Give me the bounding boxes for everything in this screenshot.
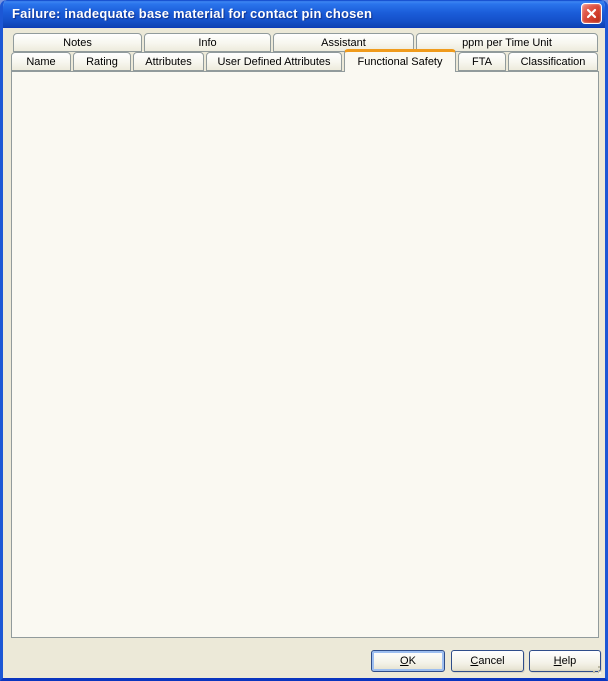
dialog-window: Failure: inadequate base material for co… xyxy=(0,0,608,681)
tab-classification[interactable]: Classification xyxy=(508,52,598,71)
tab-info[interactable]: Info xyxy=(144,33,271,52)
title-bar[interactable]: Failure: inadequate base material for co… xyxy=(0,0,608,28)
resize-grip-icon xyxy=(589,662,602,675)
tab-fta[interactable]: FTA xyxy=(458,52,506,71)
tab-functional-safety[interactable]: Functional Safety xyxy=(344,49,456,72)
resize-grip[interactable] xyxy=(589,662,602,675)
window-title: Failure: inadequate base material for co… xyxy=(12,6,581,21)
tab-attributes[interactable]: Attributes xyxy=(133,52,204,71)
close-icon xyxy=(586,8,597,19)
close-button[interactable] xyxy=(581,3,602,24)
tab-user-defined-attributes[interactable]: User Defined Attributes xyxy=(206,52,342,71)
tab-notes[interactable]: Notes xyxy=(13,33,142,52)
cancel-button[interactable]: Cancel xyxy=(451,650,524,672)
functional-safety-page xyxy=(11,71,599,638)
tab-name[interactable]: Name xyxy=(11,52,71,71)
ok-button[interactable]: OK xyxy=(371,650,445,672)
tab-rating[interactable]: Rating xyxy=(73,52,131,71)
